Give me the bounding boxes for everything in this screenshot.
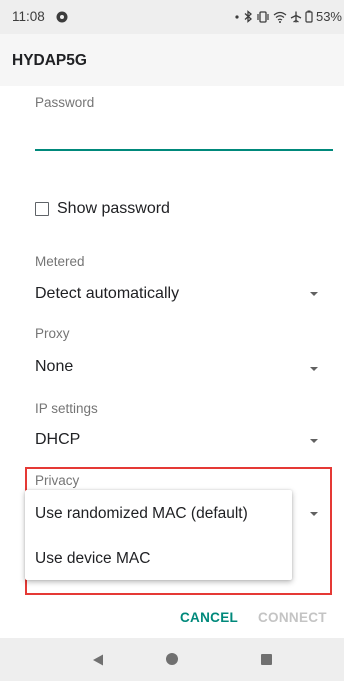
- back-icon[interactable]: [92, 653, 104, 671]
- privacy-dropdown-menu: Use randomized MAC (default) Use device …: [25, 490, 292, 580]
- show-password-label[interactable]: Show password: [57, 200, 170, 218]
- cancel-button[interactable]: CANCEL: [180, 610, 238, 625]
- status-bar: 11:08 53%: [0, 0, 344, 34]
- home-icon[interactable]: [166, 653, 178, 665]
- dropdown-option-randomized-mac[interactable]: Use randomized MAC (default): [35, 505, 248, 523]
- status-time: 11:08: [12, 9, 45, 24]
- bluetooth-icon: [243, 10, 253, 23]
- navigation-bar: [0, 638, 344, 681]
- metered-label: Metered: [35, 254, 85, 269]
- battery-icon: [305, 10, 313, 23]
- ip-settings-dropdown-icon[interactable]: [310, 439, 318, 443]
- battery-percent: 53%: [315, 9, 342, 24]
- proxy-dropdown-icon[interactable]: [310, 367, 318, 371]
- proxy-label: Proxy: [35, 326, 70, 341]
- password-label: Password: [35, 95, 95, 110]
- dialog-header: HYDAP5G: [0, 34, 344, 86]
- proxy-spinner[interactable]: None: [35, 358, 73, 376]
- dropdown-option-device-mac[interactable]: Use device MAC: [35, 550, 150, 568]
- show-password-checkbox[interactable]: [35, 202, 49, 216]
- connect-button[interactable]: CONNECT: [258, 610, 327, 625]
- notification-icon: [56, 11, 68, 26]
- metered-spinner[interactable]: Detect automatically: [35, 285, 179, 303]
- ip-settings-spinner[interactable]: DHCP: [35, 431, 80, 449]
- status-icons: 53%: [234, 9, 342, 24]
- dialog-title: HYDAP5G: [12, 52, 87, 69]
- ip-settings-label: IP settings: [35, 401, 98, 416]
- metered-dropdown-icon[interactable]: [310, 292, 318, 296]
- password-input[interactable]: [35, 149, 333, 151]
- wifi-icon: [273, 11, 287, 23]
- recents-icon[interactable]: [261, 654, 272, 665]
- airplane-icon: [290, 11, 302, 23]
- vibrate-icon: [256, 10, 270, 23]
- dot-icon: [234, 11, 240, 23]
